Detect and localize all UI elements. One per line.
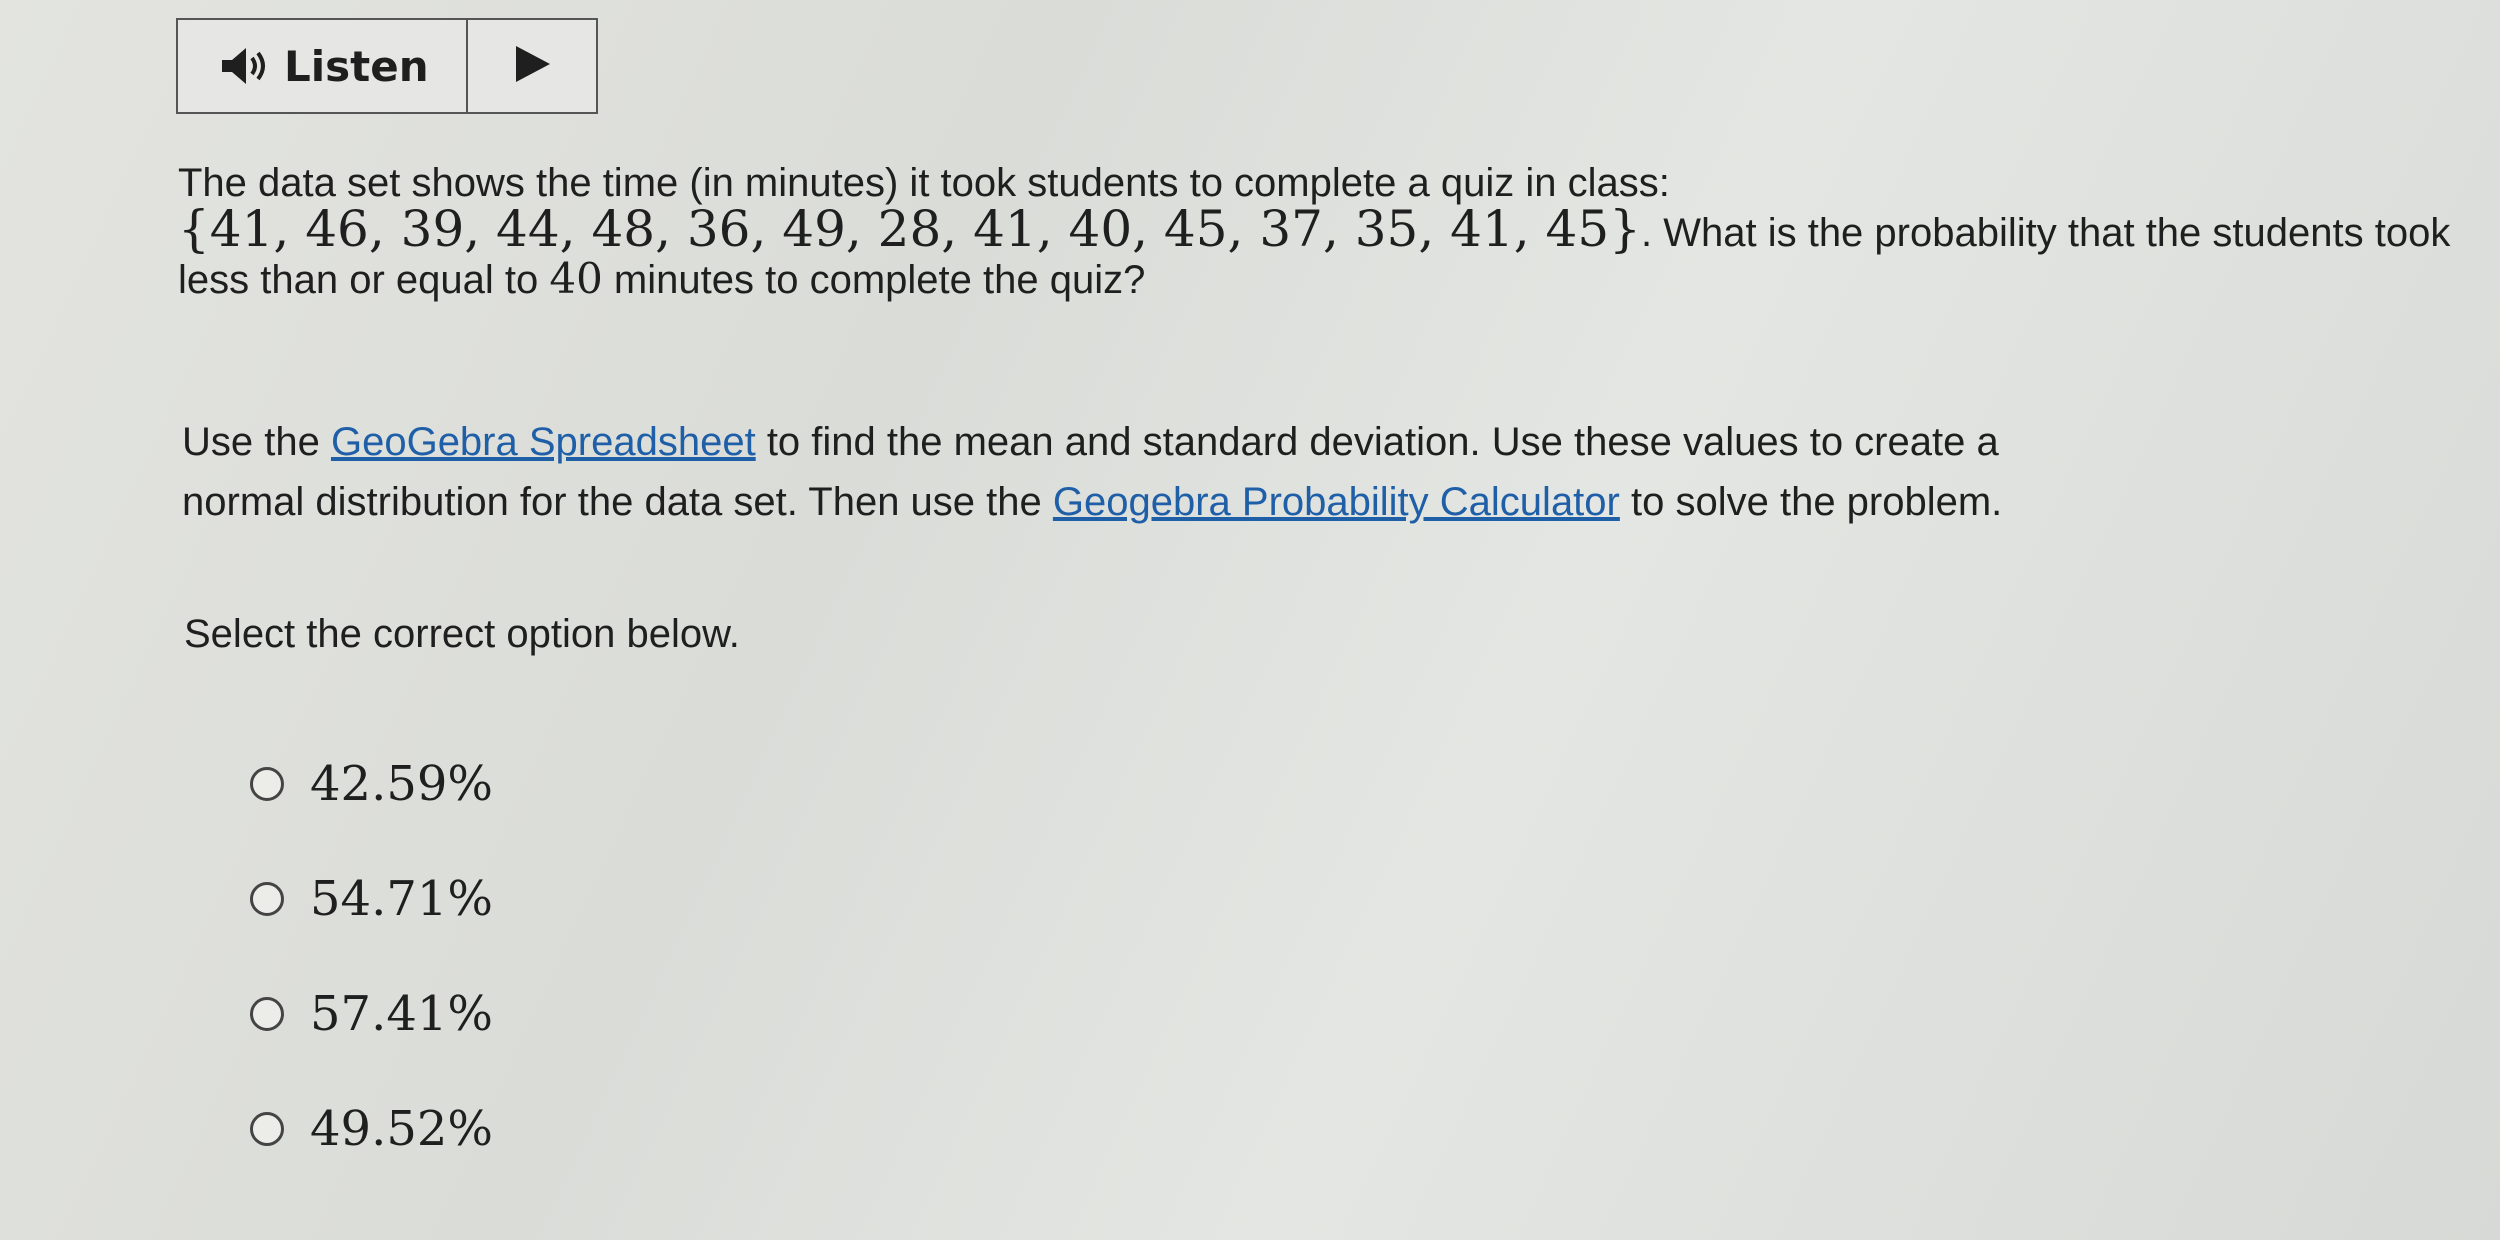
select-prompt: Select the correct option below.: [184, 612, 740, 656]
listen-label: Listen: [284, 41, 429, 91]
option-label: 57.41%: [310, 986, 494, 1042]
geogebra-spreadsheet-link[interactable]: GeoGebra Spreadsheet: [331, 420, 756, 464]
option-label: 42.59%: [310, 756, 494, 812]
instructions-line-1: Use the GeoGebra Spreadsheet to find the…: [182, 412, 2422, 472]
instructions-part-1: Use the: [182, 420, 331, 464]
play-button[interactable]: [468, 20, 596, 112]
option-2[interactable]: 54.71%: [250, 869, 493, 929]
instructions-part-3: normal distribution for the data set. Th…: [182, 480, 1053, 524]
instructions-text: Use the GeoGebra Spreadsheet to find the…: [182, 412, 2422, 532]
question-line-3: less than or equal to 40 minutes to comp…: [178, 256, 2418, 303]
radio-button[interactable]: [250, 997, 284, 1031]
speaker-icon: [218, 46, 274, 86]
geogebra-probability-calculator-link[interactable]: Geogebra Probability Calculator: [1053, 480, 1620, 524]
dataset-math: {41, 46, 39, 44, 48, 36, 49, 28, 41, 40,…: [178, 200, 1641, 258]
question-line-3-start: less than or equal to: [178, 258, 550, 302]
option-4[interactable]: 49.52%: [250, 1099, 493, 1159]
play-icon: [510, 44, 554, 89]
instructions-part-2: to find the mean and standard deviation.…: [755, 420, 1999, 464]
option-label: 54.71%: [310, 871, 494, 927]
answer-options: 42.59% 54.71% 57.41% 49.52%: [250, 754, 493, 1214]
radio-button[interactable]: [250, 1112, 284, 1146]
radio-button[interactable]: [250, 882, 284, 916]
question-text: The data set shows the time (in minutes)…: [178, 160, 2450, 303]
question-line-2: {41, 46, 39, 44, 48, 36, 49, 28, 41, 40,…: [178, 204, 2450, 256]
instructions-part-4: to solve the problem.: [1619, 480, 2003, 524]
question-line-2-text: . What is the probability that the stude…: [1641, 211, 2451, 255]
listen-button[interactable]: Listen: [178, 20, 468, 112]
option-1[interactable]: 42.59%: [250, 754, 493, 814]
listen-toolbar: Listen: [176, 18, 598, 114]
radio-button[interactable]: [250, 767, 284, 801]
threshold-value: 40: [549, 254, 603, 303]
option-3[interactable]: 57.41%: [250, 984, 493, 1044]
option-label: 49.52%: [310, 1101, 494, 1157]
question-line-3-end: minutes to complete the quiz?: [602, 258, 1146, 302]
instructions-line-2: normal distribution for the data set. Th…: [182, 472, 2422, 532]
